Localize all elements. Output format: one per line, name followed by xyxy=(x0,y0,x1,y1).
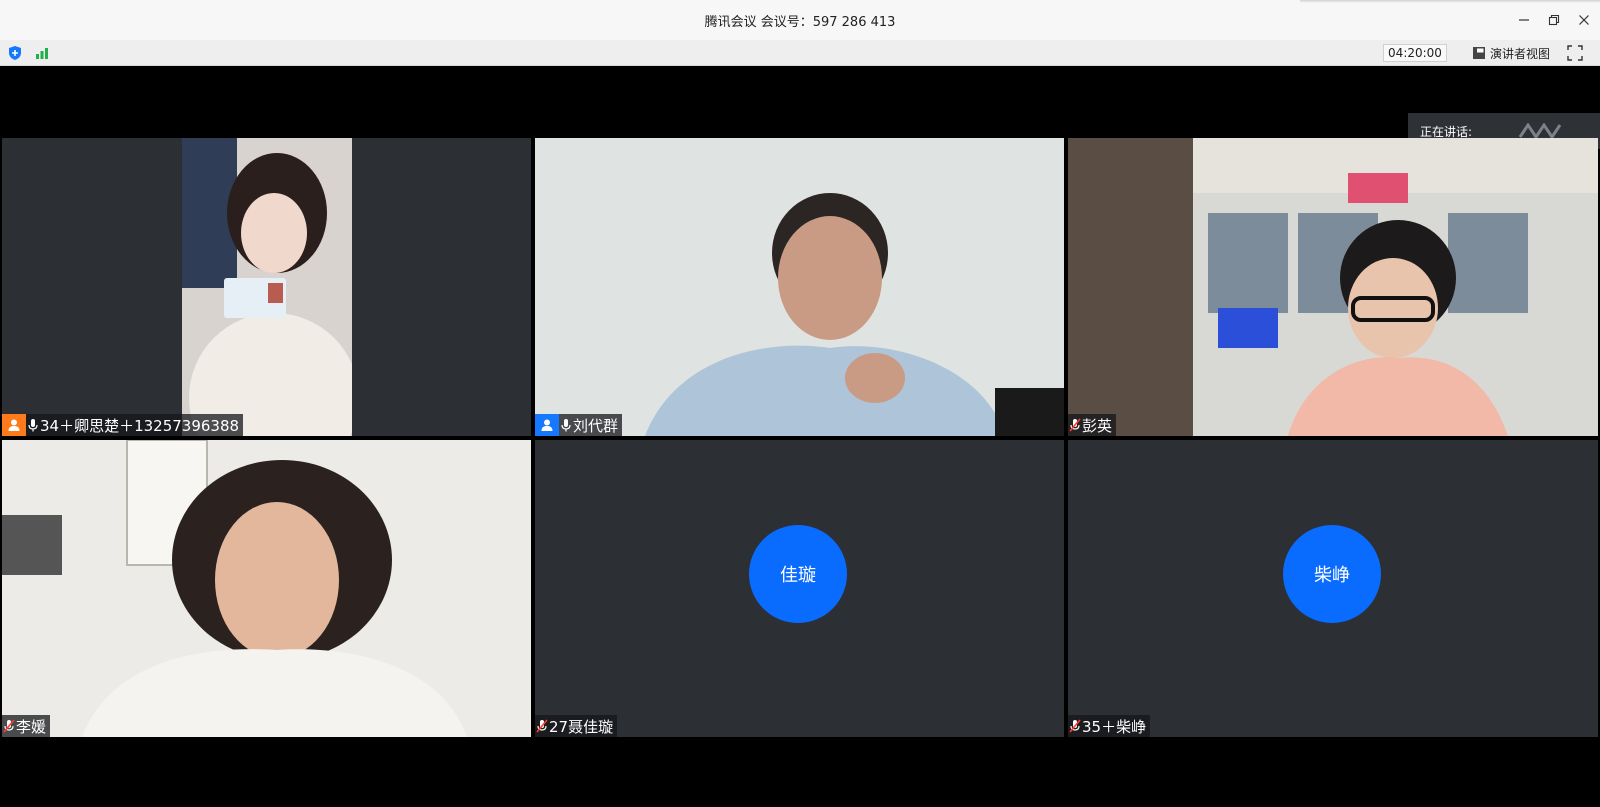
meeting-timer: 04:20:00 xyxy=(1383,44,1447,62)
participant-name-tag: 刘代群 xyxy=(535,414,623,436)
participant-name: 李媛 xyxy=(16,717,47,736)
minimize-icon xyxy=(1519,19,1529,21)
participant-tile[interactable]: 李媛 xyxy=(2,440,531,737)
mic-muted-icon xyxy=(1068,414,1082,436)
participant-name: 彭英 xyxy=(1082,416,1113,435)
mic-muted-icon xyxy=(535,715,549,737)
participant-tile[interactable]: 刘代群 xyxy=(535,138,1064,436)
participant-name-tag: 35＋柴峥 xyxy=(1068,715,1151,737)
speaking-label: 正在讲话: xyxy=(1420,124,1473,139)
title-bar: 腾讯会议 会议号：597 286 413 xyxy=(0,0,1600,40)
shield-icon[interactable] xyxy=(7,45,23,61)
participant-video xyxy=(182,138,352,436)
participant-name: 35＋柴峥 xyxy=(1082,717,1147,736)
participant-name: 刘代群 xyxy=(573,416,619,435)
participant-name-tag: 27聂佳璇 xyxy=(535,715,618,737)
mic-muted-icon xyxy=(2,715,16,737)
participant-avatar: 柴峥 xyxy=(1283,525,1381,623)
participant-name: 27聂佳璇 xyxy=(549,717,614,736)
participant-avatar: 佳璇 xyxy=(749,525,847,623)
minimize-button[interactable] xyxy=(1511,9,1537,31)
presenter-view-label: 演讲者视图 xyxy=(1490,46,1551,61)
participant-video xyxy=(2,440,531,737)
window-title: 腾讯会议 会议号：597 286 413 xyxy=(704,15,896,30)
close-button[interactable] xyxy=(1571,9,1597,31)
restore-button[interactable] xyxy=(1541,9,1567,31)
speaker-wave-icon xyxy=(1518,123,1562,139)
host-badge-icon xyxy=(2,414,26,436)
participant-name-tag: 彭英 xyxy=(1068,414,1117,436)
participant-video xyxy=(1068,138,1598,436)
host-badge-icon xyxy=(535,414,559,436)
restore-icon xyxy=(1548,14,1560,26)
participant-name-tag: 34＋卿思楚＋13257396388 xyxy=(2,414,244,436)
presenter-view-button[interactable]: 演讲者视图 xyxy=(1468,44,1554,62)
participant-video xyxy=(535,138,1064,436)
mic-muted-icon xyxy=(1068,715,1082,737)
mic-icon xyxy=(26,414,40,436)
participant-name: 34＋卿思楚＋13257396388 xyxy=(40,416,240,435)
participant-tile[interactable]: 34＋卿思楚＋13257396388 xyxy=(2,138,531,436)
close-icon xyxy=(1579,15,1589,25)
participant-name-tag: 李媛 xyxy=(2,715,51,737)
meeting-toolbar: 04:20:00 演讲者视图 xyxy=(0,40,1600,66)
signal-icon[interactable] xyxy=(34,45,50,61)
participant-tile[interactable]: 佳璇 27聂佳璇 xyxy=(535,440,1064,737)
mic-icon xyxy=(559,414,573,436)
fullscreen-icon xyxy=(1567,45,1583,61)
fullscreen-button[interactable] xyxy=(1567,45,1583,61)
presenter-view-icon xyxy=(1473,47,1485,59)
participant-tile[interactable]: 彭英 xyxy=(1068,138,1598,436)
title-shadow xyxy=(1300,0,1600,3)
participant-tile[interactable]: 柴峥 35＋柴峥 xyxy=(1068,440,1598,737)
